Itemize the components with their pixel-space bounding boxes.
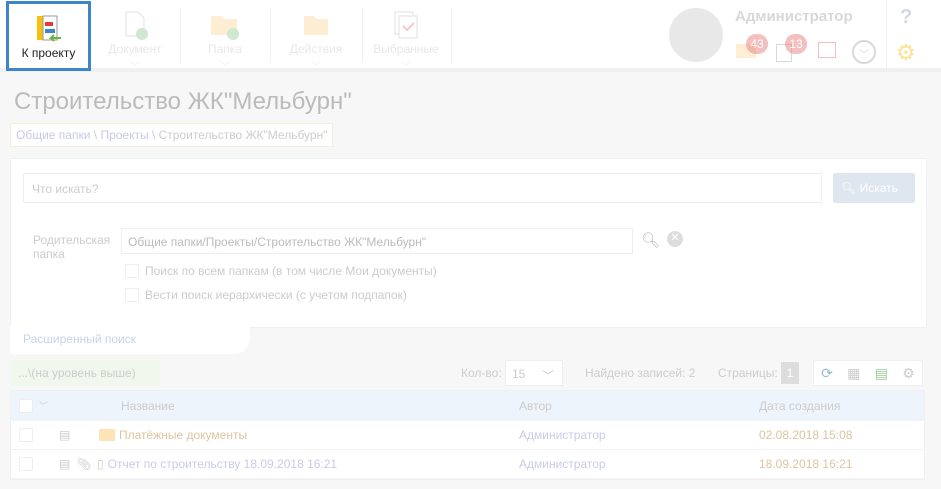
folders-icon: [276, 8, 356, 42]
breadcrumb-item[interactable]: Проекты: [100, 128, 148, 142]
document-menu[interactable]: Документ ﹀: [96, 0, 174, 73]
actions-label: Действия: [289, 42, 343, 56]
search-all-label: Поиск по всем папкам (в том числе Мои до…: [145, 264, 437, 278]
folder-menu[interactable]: Папка ﹀: [186, 0, 264, 73]
row-date: 18.09.2018 16:21: [759, 457, 853, 471]
search-button[interactable]: 🔍︎ Искать: [833, 173, 915, 203]
hierarchical-checkbox[interactable]: Вести поиск иерархически (с учетом подпа…: [125, 288, 407, 302]
table-row[interactable]: ▤ 📎︎ ▯ Отчет по строительству 18.09.2018 1…: [11, 450, 924, 479]
level-up-button[interactable]: ...\(на уровень выше): [10, 360, 160, 386]
breadcrumb-item[interactable]: Общие папки: [16, 128, 90, 142]
row-name[interactable]: Платёжные документы: [119, 428, 247, 442]
card-icon[interactable]: ▤: [59, 428, 70, 442]
mail-badge: 43: [746, 34, 768, 54]
favorites-icon: [366, 8, 446, 42]
user-name[interactable]: Администратор: [735, 8, 853, 25]
count-value: 15: [512, 367, 526, 381]
back-to-project-button[interactable]: К проекту: [6, 1, 91, 71]
row-date: 02.08.2018 15:08: [759, 428, 853, 442]
pages-label: Страницы:: [718, 366, 778, 380]
breadcrumb-sep: \: [148, 128, 159, 142]
chevron-down-icon: ﹀: [130, 62, 140, 73]
search-icon[interactable]: 🔍︎: [641, 231, 660, 249]
parent-folder-input[interactable]: Общие папки/Проекты/Строительство ЖК"Мел…: [121, 228, 633, 254]
page-button[interactable]: 1: [781, 362, 799, 384]
search-icon: 🔍︎: [841, 181, 857, 195]
chevron-down-icon: ﹀: [220, 62, 230, 73]
documents-table: ﹀ Название Автор Дата создания ▤ Платёжн…: [10, 390, 925, 480]
chevron-down-icon[interactable]: ﹀: [39, 399, 48, 412]
export-excel-icon[interactable]: ▤: [875, 365, 888, 382]
level-up-label: ...\(на уровень выше): [18, 366, 136, 380]
folder-label: Папка: [208, 42, 242, 56]
new-document-icon: [96, 8, 174, 42]
table-row[interactable]: ▤ Платёжные документы Администратор 02.0…: [11, 421, 924, 450]
back-label: К проекту: [21, 46, 76, 60]
project-icon: [9, 12, 88, 46]
search-input[interactable]: Что искать?: [23, 173, 822, 203]
document-icon: ▯: [97, 457, 104, 471]
card-icon[interactable]: ▤: [59, 457, 70, 471]
breadcrumb-sep: \: [90, 128, 101, 142]
search-all-checkbox[interactable]: Поиск по всем папкам (в том числе Мои до…: [125, 264, 437, 278]
chevron-down-icon: ﹀: [401, 62, 411, 73]
avatar[interactable]: [669, 8, 723, 62]
attachment-icon[interactable]: 📎︎: [76, 457, 91, 471]
select-all-checkbox[interactable]: [19, 398, 33, 413]
search-button-label: Искать: [859, 181, 898, 195]
folder-icon: [99, 429, 115, 441]
settings-icon[interactable]: ⚙: [902, 365, 915, 382]
advanced-search-link[interactable]: Расширенный поиск: [23, 332, 136, 346]
row-checkbox[interactable]: [19, 457, 33, 471]
found-count: Найдено записей: 2: [585, 366, 696, 380]
help-icon[interactable]: ?: [900, 6, 912, 29]
row-checkbox[interactable]: [19, 428, 33, 442]
actions-menu[interactable]: Действия ﹀: [276, 0, 356, 73]
calendar-icon[interactable]: [818, 42, 836, 58]
row-name[interactable]: Отчет по строительству 18.09.2018 16:21: [108, 457, 338, 471]
new-folder-icon: [186, 8, 264, 42]
page-title: Строительство ЖК"Мельбурн": [14, 88, 352, 115]
count-select[interactable]: 15 ﹀: [505, 360, 563, 386]
chevron-down-icon: ﹀: [311, 62, 321, 73]
column-date[interactable]: Дата создания: [749, 399, 840, 413]
table-header: ﹀ Название Автор Дата создания: [11, 391, 924, 421]
gear-icon[interactable]: ⚙: [896, 40, 916, 66]
breadcrumb: Общие папки \ Проекты \ Строительство ЖК…: [10, 123, 334, 147]
refresh-icon[interactable]: ⟳: [821, 365, 833, 382]
document-label: Документ: [108, 42, 162, 56]
hierarchical-label: Вести поиск иерархически (с учетом подпа…: [145, 288, 407, 302]
toolbar: К проекту Документ ﹀ Папка ﹀ Действия ﹀ Выб…: [0, 0, 941, 73]
parent-folder-label: Родительская папка: [33, 233, 111, 261]
clear-icon[interactable]: ✕: [667, 231, 683, 247]
search-panel: Что искать? 🔍︎ Искать Родительская папка…: [10, 158, 927, 328]
count-label: Кол-во:: [461, 366, 502, 380]
breadcrumb-current: Строительство ЖК"Мельбурн": [158, 128, 328, 142]
columns-icon[interactable]: ▦: [847, 365, 860, 382]
column-name[interactable]: Название: [111, 399, 511, 413]
chevron-down-icon: ﹀: [541, 369, 554, 383]
column-author[interactable]: Автор: [511, 399, 749, 413]
user-menu-chevron-icon[interactable]: ﹀: [852, 40, 876, 64]
tasks-badge: 13: [785, 34, 807, 54]
favorites-menu[interactable]: Выбранные ﹀: [366, 0, 446, 73]
row-author: Администратор: [519, 428, 606, 442]
row-author: Администратор: [519, 457, 606, 471]
favorites-label: Выбранные: [373, 42, 439, 56]
